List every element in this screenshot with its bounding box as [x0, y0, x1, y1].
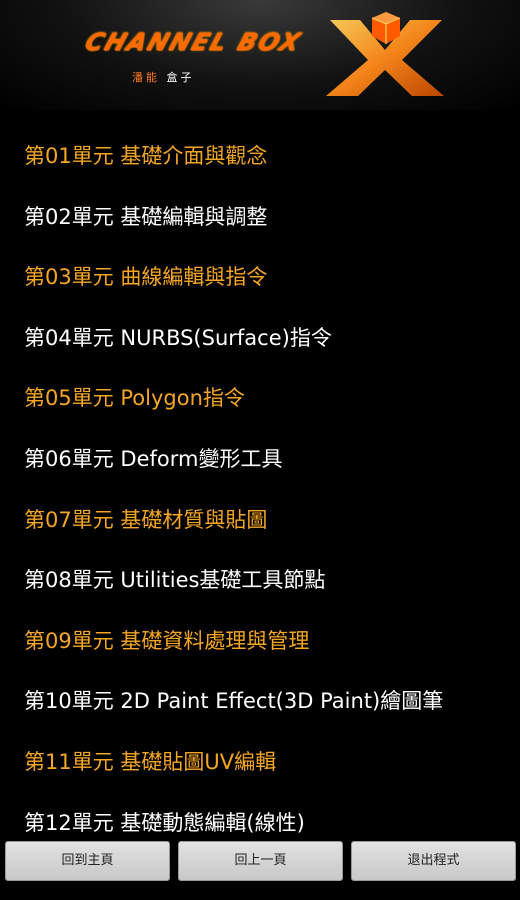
home-button[interactable]: 回到主頁 [5, 841, 170, 881]
chapter-item-04[interactable]: 第04單元 NURBS(Surface)指令 [0, 308, 520, 369]
back-button[interactable]: 回上一頁 [178, 841, 343, 881]
logo-subtitle-rest: 盒子 [166, 71, 195, 84]
chapter-item-10[interactable]: 第10單元 2D Paint Effect(3D Paint)繪圖筆 [0, 671, 520, 732]
logo-x-icon [326, 12, 444, 96]
bottom-button-bar: 回到主頁 回上一頁 退出程式 [0, 838, 520, 900]
app-header: CHANNEL BOX 潘能 盒子 [0, 0, 520, 110]
chapter-item-01[interactable]: 第01單元 基礎介面與觀念 [0, 126, 520, 187]
chapter-item-06[interactable]: 第06單元 Deform變形工具 [0, 429, 520, 490]
chapter-list: 第01單元 基礎介面與觀念 第02單元 基礎編輯與調整 第03單元 曲線編輯與指… [0, 126, 520, 853]
chapter-item-03[interactable]: 第03單元 曲線編輯與指令 [0, 247, 520, 308]
chapter-item-08[interactable]: 第08單元 Utilities基礎工具節點 [0, 550, 520, 611]
chapter-item-07[interactable]: 第07單元 基礎材質與貼圖 [0, 490, 520, 551]
logo-subtitle-accent: 潘能 [132, 71, 160, 84]
chapter-item-09[interactable]: 第09單元 基礎資料處理與管理 [0, 611, 520, 672]
chapter-item-11[interactable]: 第11單元 基礎貼圖UV編輯 [0, 732, 520, 793]
app-logo-subtitle: 潘能 盒子 [132, 69, 195, 85]
app-logo-text: CHANNEL BOX [81, 28, 306, 56]
exit-button[interactable]: 退出程式 [351, 841, 516, 881]
chapter-item-02[interactable]: 第02單元 基礎編輯與調整 [0, 187, 520, 248]
chapter-item-05[interactable]: 第05單元 Polygon指令 [0, 368, 520, 429]
